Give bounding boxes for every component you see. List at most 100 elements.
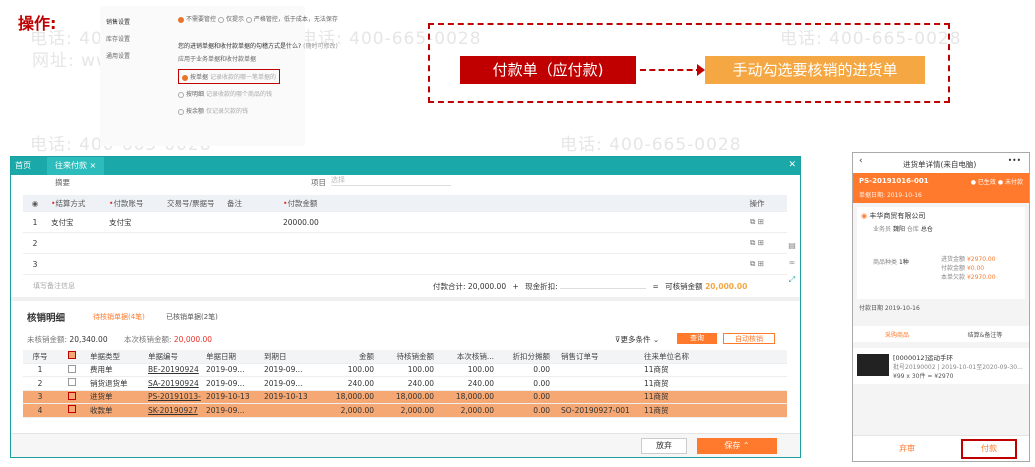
unaudit-button[interactable]: 弃审 xyxy=(853,443,961,454)
item-sub: 批号20190002 | 2019-10-01至2020-09-30... xyxy=(893,364,1023,371)
writeoff-row[interactable]: 4 收款单 SK-20190927 2019-09... 2,000.00 2,000.0… xyxy=(23,404,787,418)
payment-grid: ◉ •结算方式 •付款账号 交易号/票据号 备注 •付款金额 操作 1 支付宝 … xyxy=(23,195,787,275)
row-actions[interactable]: ⧉ ⊞ xyxy=(727,259,787,269)
tab-pending[interactable]: 待核销单据(4笔) xyxy=(93,312,145,322)
checkbox-cell[interactable] xyxy=(57,391,87,402)
tab-payment[interactable]: 往来付款 × xyxy=(47,157,105,175)
eye-icon[interactable]: ◉ xyxy=(23,199,47,208)
writeoff-label: 可核销金额 xyxy=(665,282,703,291)
row-actions[interactable]: ⧉ ⊞ xyxy=(727,217,787,227)
cell-code[interactable]: SK-20190927 xyxy=(145,406,203,415)
more-filter[interactable]: ⊽更多条件 ⌄ xyxy=(615,334,659,345)
checkbox-cell[interactable] xyxy=(57,405,87,415)
staff-value: 魏阳 xyxy=(892,226,905,233)
more-icon[interactable]: ••• xyxy=(1008,156,1021,165)
detail-title: 核销明细 xyxy=(27,313,66,324)
cell-type: 进货单 xyxy=(90,392,113,402)
save-button[interactable]: 保存 ⌃ xyxy=(697,438,777,454)
cell-due: 2019-09... xyxy=(264,378,303,388)
m2-hint: 记录收款的哪个商品的钱 xyxy=(205,91,272,98)
col-no: 序号 xyxy=(32,351,48,361)
method-cell[interactable]: 支付宝 xyxy=(47,217,105,228)
cell-pending: 100.00 xyxy=(407,365,434,375)
cell-pending: 18,000.00 xyxy=(395,392,434,402)
cell-unit: 11商贸 xyxy=(644,365,669,375)
writeoff-row[interactable]: 2 销货退货单 SA-20190924 2019-09... 2019-09... 240… xyxy=(23,377,787,391)
cell-no: 3 xyxy=(37,392,43,402)
link-icon[interactable]: ∞ xyxy=(784,254,800,271)
cell-unit: 11商贸 xyxy=(644,392,669,402)
cell-disc: 0.00 xyxy=(533,405,550,415)
checkbox-cell[interactable] xyxy=(57,364,87,375)
pay-button[interactable]: 付款 xyxy=(961,438,1017,459)
row-checkbox[interactable] xyxy=(68,364,76,373)
cell-so: SO-20190927-001 xyxy=(561,405,630,415)
cell-this[interactable]: 2,000.00 xyxy=(437,406,497,415)
cell-type: 费用单 xyxy=(90,365,113,375)
cell-code[interactable]: SA-20190924 xyxy=(145,379,203,388)
status-effective: 已生效 xyxy=(977,179,996,186)
writeoff-value: 20,000.00 xyxy=(705,282,748,291)
callout-select: 手动勾选要核销的进货单 xyxy=(705,56,925,84)
discount-input[interactable] xyxy=(560,288,647,289)
side-tools: ▤ ∞ ⤢ xyxy=(784,237,800,288)
side-item[interactable]: 通用设置 xyxy=(106,48,166,65)
remark-input[interactable]: 填写备注信息 xyxy=(33,281,75,291)
purchase-value: ¥2970.00 xyxy=(966,256,996,263)
row-no: 2 xyxy=(32,238,38,248)
checkbox-cell[interactable] xyxy=(57,378,87,388)
discount-label: 现金折扣: xyxy=(525,282,558,291)
cell-this[interactable]: 18,000.00 xyxy=(437,392,497,401)
side-item[interactable]: 库存设置 xyxy=(106,31,166,48)
cell-date: 2019-10-13 xyxy=(206,392,250,402)
radio-icon[interactable] xyxy=(178,108,184,115)
option-by-document[interactable]: 按单据 记录收款的哪一笔单据的 xyxy=(178,69,280,84)
sub-text: 应用于业务单据和收付款单据 xyxy=(178,56,257,63)
cell-this[interactable]: 240.00 xyxy=(437,379,497,388)
radio-icon[interactable] xyxy=(178,91,184,98)
writeoff-row[interactable]: 3 进货单 PS-20191013- 2019-10-13 2019-10-13 18,0… xyxy=(23,390,787,404)
row-checkbox[interactable] xyxy=(68,378,76,387)
radio-icon[interactable] xyxy=(178,16,184,23)
tab-home[interactable]: 首页 xyxy=(15,160,31,171)
radio-icon[interactable] xyxy=(182,74,188,81)
row-no: 3 xyxy=(32,259,38,269)
shop-icon: ◉ xyxy=(861,212,868,220)
m3-hint: 仅记录欠款的钱 xyxy=(205,108,248,115)
cell-pending: 2,000.00 xyxy=(400,405,434,415)
tab-goods[interactable]: 采购商品 xyxy=(853,330,941,339)
project-select[interactable]: 选择 xyxy=(331,175,451,186)
expand-icon[interactable]: ⤢ xyxy=(784,271,800,288)
cell-code[interactable]: BE-20190924 xyxy=(145,365,203,374)
select-all-checkbox[interactable] xyxy=(68,351,76,360)
tab-done[interactable]: 已核销单据(2笔) xyxy=(166,312,218,322)
giveup-button[interactable]: 放弃 xyxy=(641,438,687,454)
totals-bar: 付款合计: 20,000.00 + 现金折扣: = 可核销金额 20,000.0… xyxy=(433,281,747,292)
supplier-row[interactable]: ◉ 丰华商贸有限公司 xyxy=(861,211,1021,221)
cell-code[interactable]: PS-20191013- xyxy=(145,392,203,401)
cell-pending: 240.00 xyxy=(407,378,434,388)
auto-writeoff-button[interactable]: 自动核销 xyxy=(723,333,775,344)
side-item[interactable]: 销售设置 xyxy=(106,14,166,31)
row-actions[interactable]: ⧉ ⊞ xyxy=(727,238,787,248)
print-icon[interactable]: ▤ xyxy=(784,237,800,254)
query-button[interactable]: 查询 xyxy=(677,333,717,344)
close-window-icon[interactable]: ✕ xyxy=(788,160,796,170)
row-checkbox[interactable] xyxy=(68,391,76,400)
more-label: 更多条件 xyxy=(620,335,651,344)
amount-cell[interactable]: 20000.00 xyxy=(279,218,407,227)
writeoff-row[interactable]: 1 费用单 BE-20190924 2019-09... 2019-09... 100.0… xyxy=(23,364,787,377)
tab-settle[interactable]: 结算&备注等 xyxy=(941,330,1029,339)
radio-icon[interactable] xyxy=(245,16,252,23)
back-icon[interactable]: ‹ xyxy=(859,156,863,166)
cell-this[interactable]: 100.00 xyxy=(437,365,497,374)
total-value: 20,000.00 xyxy=(467,282,507,291)
row-checkbox[interactable] xyxy=(68,405,76,414)
col-due: 到期日 xyxy=(264,351,287,361)
watermark: 电话: 400-665-0028 xyxy=(560,135,742,155)
pay-date: 付款日期 2019-10-16 xyxy=(859,305,920,312)
close-icon[interactable]: × xyxy=(90,161,97,170)
radio-icon[interactable] xyxy=(217,16,224,23)
account-cell[interactable]: 支付宝 xyxy=(105,217,163,228)
question: 您的进销单据和收付款单据的勾稽方式是什么? xyxy=(178,43,302,50)
